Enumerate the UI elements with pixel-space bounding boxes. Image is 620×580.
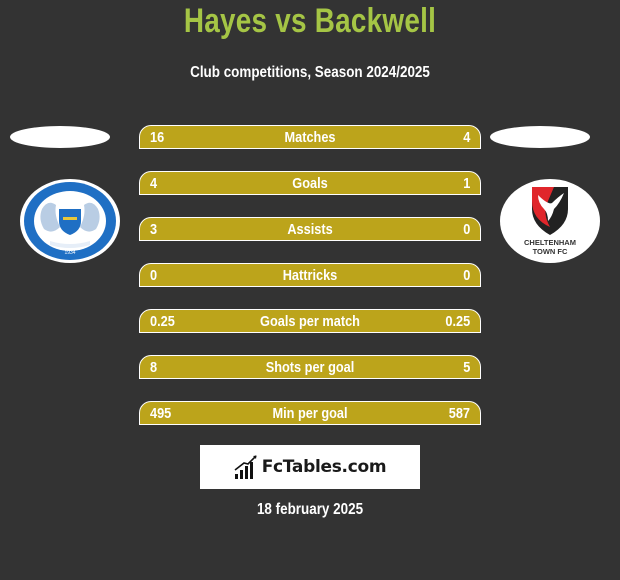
- away-value: 0: [462, 267, 470, 284]
- away-logo-text-line1: CHELTENHAM: [524, 238, 576, 247]
- competition-subtitle: Club competitions, Season 2024/2025: [190, 64, 430, 81]
- away-value: 587: [448, 405, 470, 422]
- away-value: 5: [462, 359, 470, 376]
- home-value: 4: [150, 175, 158, 192]
- away-team-badge-placeholder: [490, 126, 590, 148]
- stat-row-goals: 4 Goals 1: [139, 171, 481, 195]
- away-value: 1: [462, 175, 470, 192]
- home-value: 0: [150, 267, 158, 284]
- stat-label: Shots per goal: [265, 359, 355, 376]
- away-team-logo[interactable]: CHELTENHAM TOWN FC: [500, 179, 600, 263]
- stat-row-shots-per-goal: 8 Shots per goal 5: [139, 355, 481, 379]
- stat-row-hattricks: 0 Hattricks 0: [139, 263, 481, 287]
- peterborough-united-crest-icon: 1934: [24, 182, 116, 260]
- stat-label: Goals: [292, 175, 328, 192]
- stat-row-matches: 16 Matches 4: [139, 125, 481, 149]
- home-value: 3: [150, 221, 158, 238]
- page-title: Hayes vs Backwell: [183, 2, 437, 40]
- cheltenham-town-crest-icon: CHELTENHAM TOWN FC: [524, 187, 576, 256]
- stat-label: Min per goal: [272, 405, 348, 422]
- stat-row-goals-per-match: 0.25 Goals per match 0.25: [139, 309, 481, 333]
- brand-name: FcTables.com: [261, 457, 387, 477]
- home-team-logo[interactable]: 1934: [20, 179, 120, 263]
- home-logo-year: 1934: [64, 250, 75, 256]
- away-value: 0: [462, 221, 470, 238]
- fctables-brand-link[interactable]: FcTables.com: [200, 445, 420, 489]
- away-value: 0.25: [445, 313, 470, 330]
- stats-comparison: 16 Matches 4 4 Goals 1 3 Assists 0 0 Hat…: [139, 125, 481, 447]
- home-value: 8: [150, 359, 158, 376]
- stat-label: Hattricks: [282, 267, 338, 284]
- away-value: 4: [462, 129, 470, 146]
- away-logo-text-line2: TOWN FC: [533, 247, 568, 256]
- bar-chart-trend-icon: [234, 455, 257, 479]
- report-date: 18 february 2025: [256, 501, 364, 518]
- stat-label: Goals per match: [260, 313, 360, 330]
- stat-label: Matches: [284, 129, 336, 146]
- stat-row-min-per-goal: 495 Min per goal 587: [139, 401, 481, 425]
- home-value: 16: [150, 129, 165, 146]
- stat-label: Assists: [287, 221, 333, 238]
- home-team-badge-placeholder: [10, 126, 110, 148]
- stat-row-assists: 3 Assists 0: [139, 217, 481, 241]
